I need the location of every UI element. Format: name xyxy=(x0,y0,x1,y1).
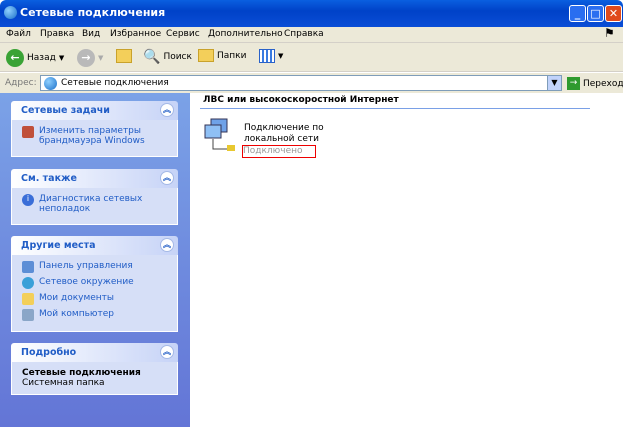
link-label: Диагностика сетевых неполадок xyxy=(39,194,143,214)
details-name: Сетевые подключения xyxy=(22,368,141,378)
panel-title: Другие места xyxy=(21,240,96,251)
window-title: Сетевые подключения xyxy=(20,6,166,19)
my-documents-icon xyxy=(22,293,34,305)
search-button[interactable]: 🔍 Поиск xyxy=(143,49,192,65)
go-button[interactable]: → Переход xyxy=(567,77,623,90)
lan-connection-item[interactable]: Подключение по локальной сети Подключено xyxy=(242,123,374,158)
panel-title: См. также xyxy=(21,173,77,184)
close-button[interactable]: ✕ xyxy=(605,5,622,22)
panel-header[interactable]: Подробно ︽ xyxy=(11,343,178,362)
menu-tools[interactable]: Сервис xyxy=(166,29,200,39)
link-label: Сетевое окружение xyxy=(39,277,134,287)
forward-arrow-icon: → xyxy=(77,49,95,67)
menu-bar: Файл Правка Вид Избранное Сервис Дополни… xyxy=(0,26,623,43)
up-folder-icon xyxy=(116,49,132,63)
menu-view[interactable]: Вид xyxy=(82,29,100,39)
address-bar: Адрес: Сетевые подключения ▼ → Переход xyxy=(0,73,623,93)
menu-advanced[interactable]: Дополнительно xyxy=(208,29,283,39)
panel-header[interactable]: Другие места ︽ xyxy=(11,236,178,255)
panel-title: Подробно xyxy=(21,347,77,358)
link-label: Мой компьютер xyxy=(39,309,114,319)
panel-header[interactable]: См. также ︽ xyxy=(11,169,178,188)
toolbar: ← Назад ▼ → ▼ 🔍 Поиск Папки ▼ xyxy=(0,43,623,72)
views-button[interactable]: ▼ xyxy=(259,49,283,63)
folders-button[interactable]: Папки xyxy=(198,49,246,62)
maximize-button[interactable]: □ xyxy=(587,5,604,22)
back-label: Назад xyxy=(27,53,56,63)
link-label: Изменить параметры брандмауэра Windows xyxy=(39,126,145,146)
address-dropdown-button[interactable]: ▼ xyxy=(547,76,561,90)
back-arrow-icon: ← xyxy=(6,49,24,67)
windows-logo-icon: ⚑ xyxy=(604,26,615,40)
see-also-panel: См. также ︽ i Диагностика сетевых неполадо… xyxy=(11,169,178,225)
forward-button[interactable]: → ▼ xyxy=(77,49,103,67)
collapse-icon[interactable]: ︽ xyxy=(160,238,174,252)
link-label: Панель управления xyxy=(39,261,133,271)
up-folder-button[interactable] xyxy=(116,49,132,63)
firewall-settings-link[interactable]: Изменить параметры брандмауэра Windows xyxy=(22,126,171,146)
other-places-panel: Другие места ︽ Панель управления Сетевое … xyxy=(11,236,178,332)
connection-status: Подключено xyxy=(242,145,316,158)
go-label: Переход xyxy=(583,78,623,89)
address-value: Сетевые подключения xyxy=(61,78,169,88)
lan-connection-icon[interactable] xyxy=(203,117,237,153)
collapse-icon[interactable]: ︽ xyxy=(160,345,174,359)
menu-file[interactable]: Файл xyxy=(6,29,31,39)
network-places-link[interactable]: Сетевое окружение xyxy=(22,277,171,289)
link-label: Мои документы xyxy=(39,293,115,303)
section-header: ЛВС или высокоскоростной Интернет xyxy=(200,95,590,109)
network-globe-icon xyxy=(44,77,57,90)
details-panel: Подробно ︽ Сетевые подключения Системная п… xyxy=(11,343,178,395)
views-icon xyxy=(259,49,275,63)
panel-header[interactable]: Сетевые задачи ︽ xyxy=(11,101,178,120)
network-diagnostics-link[interactable]: i Диагностика сетевых неполадок xyxy=(22,194,171,214)
menu-help[interactable]: Справка xyxy=(284,29,324,39)
address-label: Адрес: xyxy=(5,78,37,88)
my-computer-icon xyxy=(22,309,34,321)
task-pane: Сетевые задачи ︽ Изменить параметры бранд… xyxy=(0,93,190,427)
panel-title: Сетевые задачи xyxy=(21,105,110,116)
search-icon: 🔍 xyxy=(143,49,161,65)
search-label: Поиск xyxy=(163,52,192,62)
my-computer-link[interactable]: Мой компьютер xyxy=(22,309,171,321)
connection-name: Подключение по локальной сети xyxy=(244,123,324,144)
network-places-icon xyxy=(22,277,34,289)
minimize-button[interactable]: _ xyxy=(569,5,586,22)
network-tasks-panel: Сетевые задачи ︽ Изменить параметры бранд… xyxy=(11,101,178,157)
address-input[interactable]: Сетевые подключения ▼ xyxy=(40,75,562,91)
firewall-icon xyxy=(22,126,34,138)
control-panel-link[interactable]: Панель управления xyxy=(22,261,171,273)
dropdown-icon[interactable]: ▼ xyxy=(59,54,64,62)
folders-icon xyxy=(198,49,214,62)
menu-favorites[interactable]: Избранное xyxy=(110,29,161,39)
back-button[interactable]: ← Назад ▼ xyxy=(6,49,64,67)
collapse-icon[interactable]: ︽ xyxy=(160,171,174,185)
network-globe-icon xyxy=(4,6,17,19)
menu-edit[interactable]: Правка xyxy=(40,29,74,39)
dropdown-icon: ▼ xyxy=(278,52,284,60)
info-icon: i xyxy=(22,194,34,206)
title-bar: Сетевые подключения _ □ ✕ xyxy=(0,0,623,27)
my-documents-link[interactable]: Мои документы xyxy=(22,293,171,305)
control-panel-icon xyxy=(22,261,34,273)
collapse-icon[interactable]: ︽ xyxy=(160,103,174,117)
dropdown-icon: ▼ xyxy=(98,54,104,62)
folders-label: Папки xyxy=(217,50,247,61)
details-type: Системная папка xyxy=(22,378,105,388)
go-arrow-icon: → xyxy=(567,77,580,90)
